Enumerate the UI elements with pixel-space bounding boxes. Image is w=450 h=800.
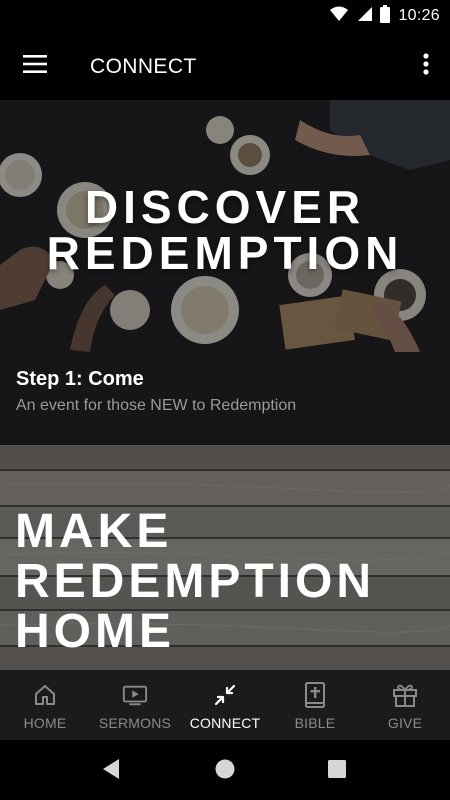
nav-label: CONNECT	[189, 715, 261, 731]
system-navigation-bar	[0, 740, 450, 800]
bottom-navigation: HOME SERMONS CONNECT BIBLE GIVE	[0, 670, 450, 740]
make-redemption-home-card-image[interactable]: MAKE REDEMPTION HOME	[0, 445, 450, 670]
status-bar: 10:26	[0, 0, 450, 33]
nav-label: GIVE	[387, 715, 423, 731]
battery-icon	[380, 4, 391, 28]
home-icon	[32, 682, 58, 708]
connect-feed[interactable]: DISCOVER REDEMPTION Step 1: Come An even…	[0, 100, 450, 670]
nav-item-sermons[interactable]: SERMONS	[90, 670, 180, 740]
card-hero-line: MAKE	[15, 505, 173, 558]
discover-redemption-card-image[interactable]: DISCOVER REDEMPTION	[0, 100, 450, 352]
recents-square-icon	[327, 759, 347, 784]
discover-redemption-card-info[interactable]: Step 1: Come An event for those NEW to R…	[0, 352, 450, 445]
home-circle-icon	[214, 758, 236, 785]
more-options-button[interactable]	[414, 47, 438, 85]
nav-item-bible[interactable]: BIBLE	[270, 670, 360, 740]
nav-item-connect[interactable]: CONNECT	[180, 670, 270, 740]
status-time: 10:26	[398, 7, 440, 24]
card-hero-line: DISCOVER	[84, 181, 366, 233]
gift-icon	[392, 682, 418, 708]
wifi-icon	[330, 6, 349, 27]
card-hero-line: REDEMPTION	[15, 555, 376, 608]
card-hero-line: REDEMPTION	[46, 227, 404, 279]
system-recents-button[interactable]	[324, 758, 350, 784]
back-triangle-icon	[101, 758, 121, 785]
card-hero-line: HOME	[15, 605, 175, 658]
page-title: CONNECT	[90, 55, 197, 78]
more-vert-icon	[423, 52, 429, 80]
card-title: Step 1: Come	[16, 368, 144, 390]
system-home-button[interactable]	[212, 758, 238, 784]
card-subtitle: An event for those NEW to Redemption	[16, 397, 297, 414]
menu-button[interactable]	[14, 47, 56, 85]
status-icons: 10:26	[330, 4, 440, 28]
bible-icon	[302, 682, 328, 708]
cellular-signal-icon	[356, 6, 373, 27]
nav-label: BIBLE	[294, 715, 336, 731]
video-icon	[122, 682, 148, 708]
nav-item-give[interactable]: GIVE	[360, 670, 450, 740]
nav-item-home[interactable]: HOME	[0, 670, 90, 740]
hamburger-menu-icon	[23, 54, 47, 78]
nav-label: HOME	[23, 715, 67, 731]
connect-arrows-icon	[212, 682, 238, 708]
system-back-button[interactable]	[98, 758, 124, 784]
nav-label: SERMONS	[98, 715, 172, 731]
app-bar: CONNECT	[0, 33, 450, 100]
